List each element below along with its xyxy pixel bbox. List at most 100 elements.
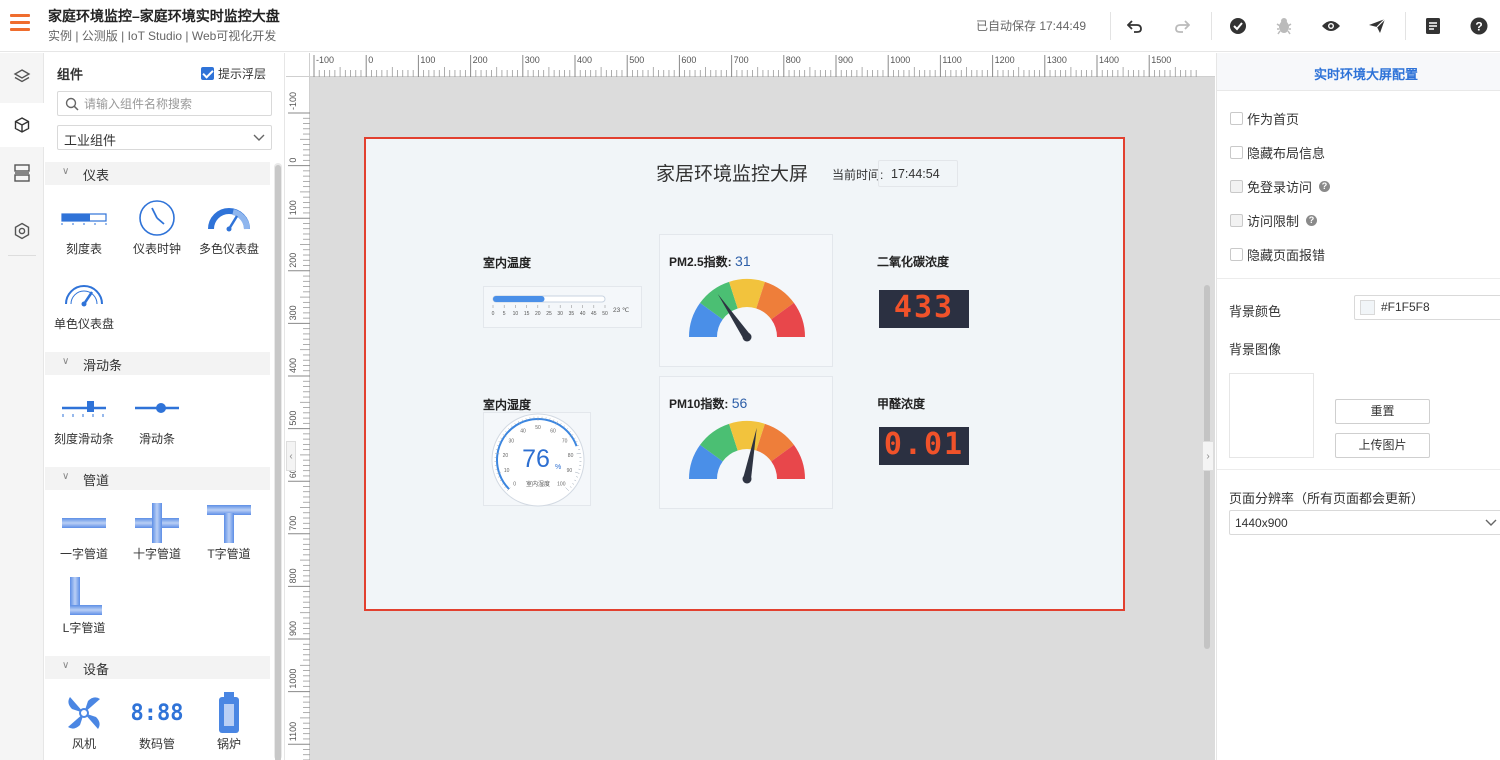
chevron-down-icon: ∨ xyxy=(62,166,70,177)
component-slider[interactable]: 滑动条 xyxy=(121,388,193,447)
section-pipe[interactable]: ∨ 管道 xyxy=(45,467,270,490)
config-panel-header: 实时环境大屏配置 xyxy=(1217,53,1500,91)
component-multicolor-gauge[interactable]: 多色仪表盘 xyxy=(193,198,265,257)
component-digital-tube[interactable]: 8:88 数码管 xyxy=(121,693,193,752)
pm10-gauge xyxy=(689,421,805,484)
component-label: 仪表时钟 xyxy=(132,242,181,256)
preview-eye-icon[interactable] xyxy=(1318,13,1344,39)
formaldehyde-digital-tube[interactable]: 0.01 xyxy=(879,427,969,465)
section-slider[interactable]: ∨ 滑动条 xyxy=(45,352,270,375)
document-icon[interactable] xyxy=(1420,13,1446,39)
reset-button[interactable]: 重置 xyxy=(1335,399,1430,424)
help-icon[interactable]: ? xyxy=(1319,181,1331,192)
option-label: 作为首页 xyxy=(1247,112,1300,127)
checkbox-icon[interactable] xyxy=(1230,146,1243,159)
component-label: T字管道 xyxy=(207,547,251,561)
option-no-login[interactable]: 免登录访问? xyxy=(1230,177,1331,196)
components-cube-icon[interactable] xyxy=(0,103,44,147)
checkbox-icon[interactable] xyxy=(1230,112,1243,125)
dashboard-screen[interactable]: 家居环境监控大屏 当前时间: 17:44:54 室内温度 0 5 10 15 20 25 3… xyxy=(364,137,1125,611)
option-access-limit[interactable]: 访问限制? xyxy=(1230,211,1318,230)
ruler-tick-label: 1500 xyxy=(1151,55,1171,65)
publish-send-icon[interactable] xyxy=(1364,13,1390,39)
ruler-tick-label: 700 xyxy=(734,55,749,65)
checkbox-icon[interactable] xyxy=(1230,248,1243,261)
component-scale-meter[interactable]: 刻度表 xyxy=(48,198,120,257)
hamburger-menu-icon[interactable] xyxy=(10,14,30,36)
co2-digital-tube[interactable]: 433 xyxy=(879,290,969,328)
help-icon[interactable]: ? xyxy=(1306,215,1318,226)
bg-image-preview xyxy=(1229,373,1314,458)
ruler-tick-label: 800 xyxy=(786,55,801,65)
ruler-tick-label: 900 xyxy=(288,621,298,636)
top-header: 家庭环境监控–家庭环境实时监控大盘 实例 | 公测版 | IoT Studio … xyxy=(0,0,1500,52)
option-hide-layout[interactable]: 隐藏布局信息 xyxy=(1230,143,1325,162)
humidity-tick-label: 30 xyxy=(509,439,515,445)
float-hint-checkbox[interactable]: 提示浮层 xyxy=(201,65,266,82)
config-panel-title[interactable]: 实时环境大屏配置 xyxy=(1217,64,1500,83)
layers-icon[interactable] xyxy=(0,55,44,99)
search-input[interactable] xyxy=(84,95,264,112)
co2-label[interactable]: 二氧化碳浓度 xyxy=(877,253,949,270)
resolution-select[interactable]: 1440x900 xyxy=(1229,510,1500,535)
vertical-ruler: -100010020030040050060070080090010001100 xyxy=(286,77,310,760)
temperature-scale-meter[interactable]: 0 5 10 15 20 25 30 35 40 45 50 23 ℃ xyxy=(483,286,642,328)
formaldehyde-label[interactable]: 甲醛浓度 xyxy=(877,395,925,412)
category-select[interactable]: 工业组件 xyxy=(57,125,272,150)
config-panel: 实时环境大屏配置 作为首页 隐藏布局信息 免登录访问? 访问限制? 隐藏页面报错… xyxy=(1216,53,1500,760)
undo-icon[interactable] xyxy=(1122,13,1148,39)
canvas-area[interactable]: -100 0 100 200 300 400 500 600 700 800 900 1000 1100… xyxy=(286,53,1215,760)
section-title: 滑动条 xyxy=(83,358,123,373)
component-straight-pipe[interactable]: 一字管道 xyxy=(48,503,120,562)
list-layout-icon[interactable] xyxy=(0,151,44,195)
component-cross-pipe[interactable]: 十字管道 xyxy=(121,503,193,562)
digital-tube-icon: 8:88 xyxy=(130,700,184,726)
pm10-gauge-card[interactable]: PM10指数: 56 xyxy=(659,376,833,509)
component-search[interactable] xyxy=(57,91,272,116)
section-device[interactable]: ∨ 设备 xyxy=(45,656,270,679)
ruler-tick-label: 300 xyxy=(288,305,298,320)
bug-icon[interactable] xyxy=(1271,13,1297,39)
settings-icon[interactable] xyxy=(0,209,44,253)
temperature-tick-label: 15 xyxy=(524,311,530,317)
temperature-label[interactable]: 室内温度 xyxy=(483,254,531,271)
option-hide-errors[interactable]: 隐藏页面报错 xyxy=(1230,245,1325,264)
component-fan[interactable]: 风机 xyxy=(48,693,120,752)
option-homepage[interactable]: 作为首页 xyxy=(1230,109,1299,128)
current-time-label[interactable]: 当前时间: xyxy=(832,166,883,183)
check-circle-icon[interactable] xyxy=(1225,13,1251,39)
ruler-tick-label: 300 xyxy=(525,55,540,65)
upload-image-button[interactable]: 上传图片 xyxy=(1335,433,1430,458)
redo-icon[interactable] xyxy=(1169,13,1195,39)
ruler-tick-label: 1000 xyxy=(288,669,298,689)
section-meter[interactable]: ∨ 仪表 xyxy=(45,162,270,185)
collapse-left-panel-icon[interactable]: ‹ xyxy=(286,441,296,471)
temperature-tick-label: 20 xyxy=(535,311,541,317)
component-l-pipe[interactable]: L字管道 xyxy=(48,577,120,636)
component-t-pipe[interactable]: T字管道 xyxy=(193,503,265,562)
pm25-gauge-card[interactable]: PM2.5指数: 31 xyxy=(659,234,833,367)
component-meter-clock[interactable]: 仪表时钟 xyxy=(121,198,193,257)
component-scale-slider[interactable]: 刻度滑动条 xyxy=(48,388,120,447)
help-icon[interactable]: ? xyxy=(1466,13,1492,39)
component-boiler[interactable]: 锅炉 xyxy=(193,692,265,752)
humidity-label[interactable]: 室内湿度 xyxy=(483,396,531,413)
bg-color-input[interactable]: #F1F5F8 xyxy=(1354,295,1500,320)
ruler-tick-label: 1000 xyxy=(890,55,910,65)
component-single-color-gauge[interactable]: 单色仪表盘 xyxy=(48,273,120,332)
panel-scrollbar-thumb[interactable] xyxy=(275,165,281,760)
section-title: 设备 xyxy=(83,662,110,677)
color-swatch[interactable] xyxy=(1360,300,1375,315)
collapse-right-panel-icon[interactable]: › xyxy=(1202,441,1214,471)
resolution-label: 页面分辨率（所有页面都会更新） xyxy=(1229,491,1425,506)
component-label: 锅炉 xyxy=(216,737,241,751)
screen-title[interactable]: 家居环境监控大屏 xyxy=(656,159,808,186)
temperature-tick-label: 5 xyxy=(503,311,506,317)
checkbox-icon[interactable] xyxy=(1230,180,1243,193)
temperature-fill xyxy=(493,296,545,302)
multicolor-gauge-icon xyxy=(193,198,265,238)
checkbox-checked-icon[interactable] xyxy=(201,67,214,80)
humidity-clock-gauge[interactable]: 0 10 20 30 40 50 60 70 80 90 100 76 % 室内湿度 xyxy=(483,412,591,507)
current-time-value[interactable]: 17:44:54 xyxy=(878,160,958,187)
checkbox-icon[interactable] xyxy=(1230,214,1243,227)
